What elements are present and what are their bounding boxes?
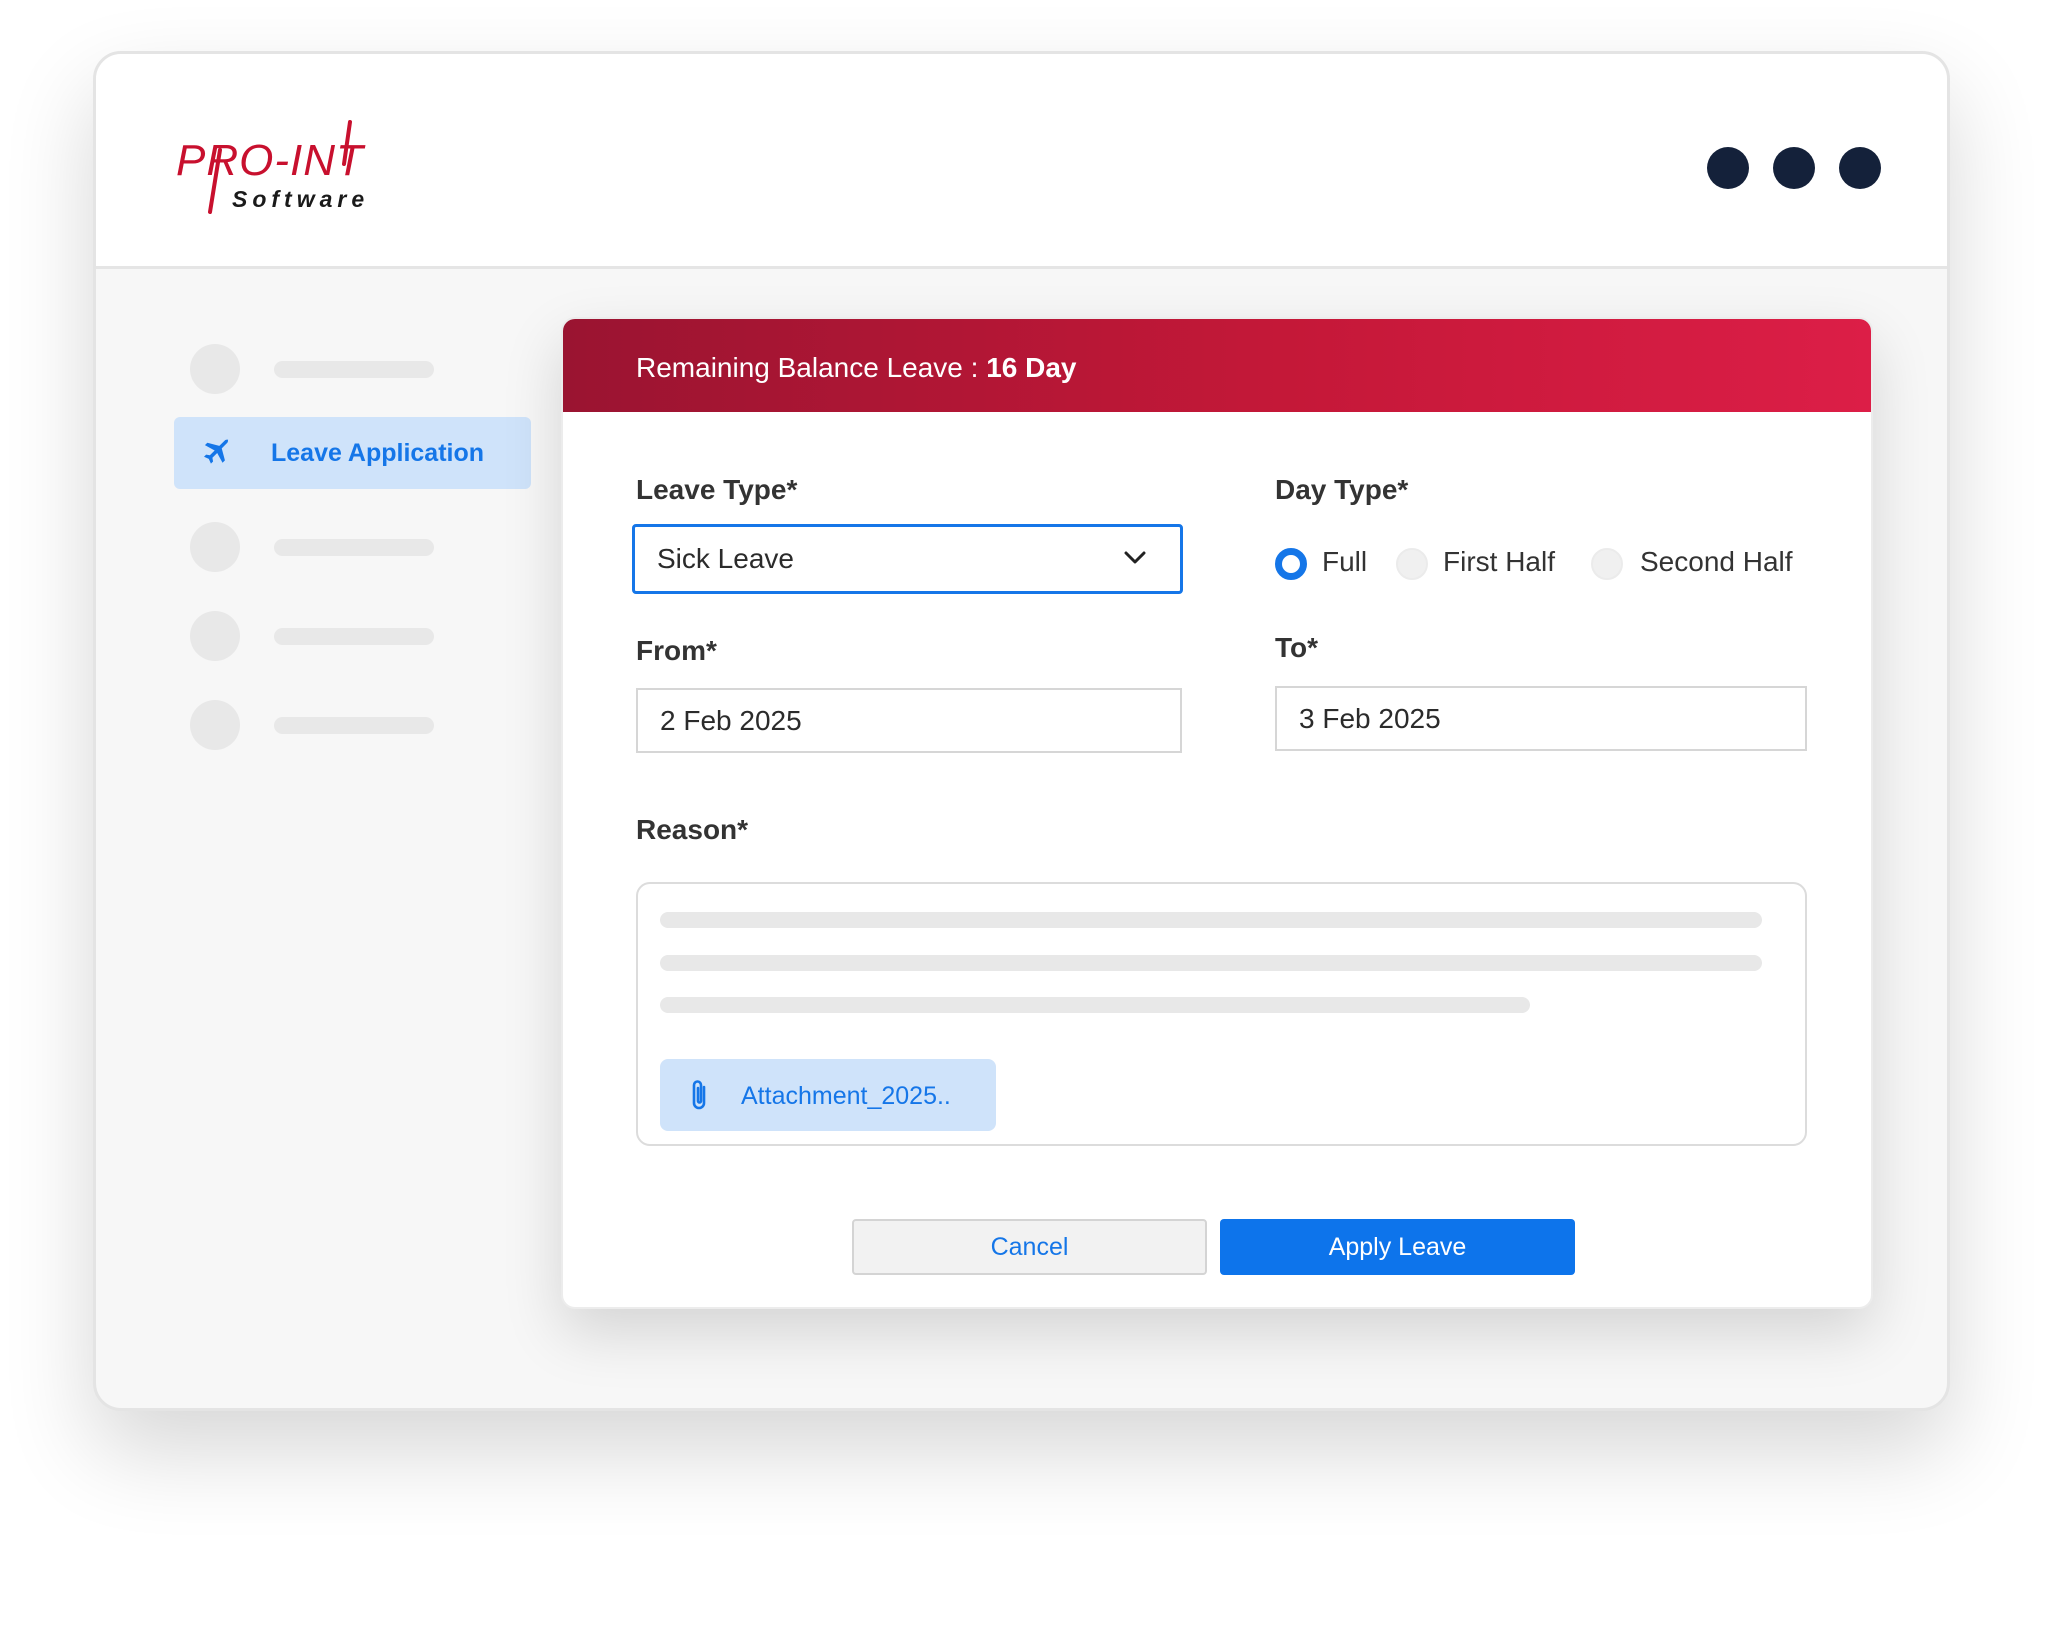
to-label: To* [1275, 632, 1319, 663]
brand-logo: PRO-INT Software [176, 116, 386, 216]
sidebar-item-label: Leave Application [271, 439, 485, 467]
placeholder-line [274, 361, 434, 378]
placeholder-avatar [190, 522, 240, 572]
placeholder-line [274, 717, 434, 734]
leave-type-label: Leave Type* [636, 474, 798, 505]
sidebar-item-placeholder [174, 522, 534, 572]
attachment-chip[interactable]: Attachment_2025.. [660, 1059, 996, 1131]
placeholder-line [660, 997, 1530, 1013]
reason-label: Reason* [636, 814, 749, 845]
airplane-icon [204, 439, 229, 464]
chevron-down-icon [1124, 551, 1146, 564]
balance-header: Remaining Balance Leave : 16 Day [563, 319, 1871, 412]
to-date-value: 3 Feb 2025 [1299, 702, 1441, 734]
sidebar-item-placeholder [174, 611, 534, 661]
placeholder-line [660, 955, 1762, 971]
to-date-field[interactable]: 3 Feb 2025 [1275, 686, 1807, 751]
radio-label-second-half: Second Half [1640, 546, 1793, 577]
paperclip-icon [692, 1080, 706, 1110]
apply-leave-button[interactable]: Apply Leave [1220, 1219, 1575, 1275]
window-control-dot[interactable] [1707, 147, 1749, 189]
radio-first-half[interactable] [1396, 548, 1428, 580]
from-date-value: 2 Feb 2025 [660, 704, 802, 736]
reason-textarea[interactable]: Attachment_2025.. [636, 882, 1807, 1146]
logo-subtitle: Software [232, 186, 370, 212]
attachment-filename: Attachment_2025.. [741, 1082, 951, 1110]
window-control-dot[interactable] [1839, 147, 1881, 189]
app-window: PRO-INT Software Leave Application Remai… [93, 51, 1950, 1411]
placeholder-line [660, 912, 1762, 928]
from-label: From* [636, 635, 717, 666]
sidebar-item-leave-application[interactable]: Leave Application [174, 417, 531, 489]
sidebar-item-placeholder [174, 700, 534, 750]
balance-prefix: Remaining Balance Leave : [636, 352, 987, 383]
window-control-dot[interactable] [1773, 147, 1815, 189]
top-bar: PRO-INT Software [96, 54, 1947, 269]
radio-label-first-half: First Half [1443, 546, 1555, 577]
placeholder-line [274, 628, 434, 645]
logo-wordmark: PRO-INT [176, 136, 364, 185]
radio-label-full: Full [1322, 546, 1368, 577]
balance-value: 16 Day [986, 352, 1077, 383]
cancel-button[interactable]: Cancel [852, 1219, 1207, 1275]
sidebar-item-placeholder [174, 344, 534, 394]
placeholder-avatar [190, 611, 240, 661]
from-date-field[interactable]: 2 Feb 2025 [636, 688, 1182, 753]
leave-form-card: Remaining Balance Leave : 16 Day Leave T… [561, 317, 1873, 1309]
placeholder-avatar [190, 344, 240, 394]
radio-full[interactable] [1275, 548, 1307, 580]
day-type-label: Day Type* [1275, 474, 1409, 505]
window-controls [1707, 147, 1881, 189]
radio-second-half[interactable] [1591, 548, 1623, 580]
leave-type-select[interactable]: Sick Leave [632, 524, 1183, 594]
placeholder-line [274, 539, 434, 556]
placeholder-avatar [190, 700, 240, 750]
leave-type-value: Sick Leave [657, 543, 794, 574]
remaining-balance: Remaining Balance Leave : 16 Day [636, 352, 1077, 384]
